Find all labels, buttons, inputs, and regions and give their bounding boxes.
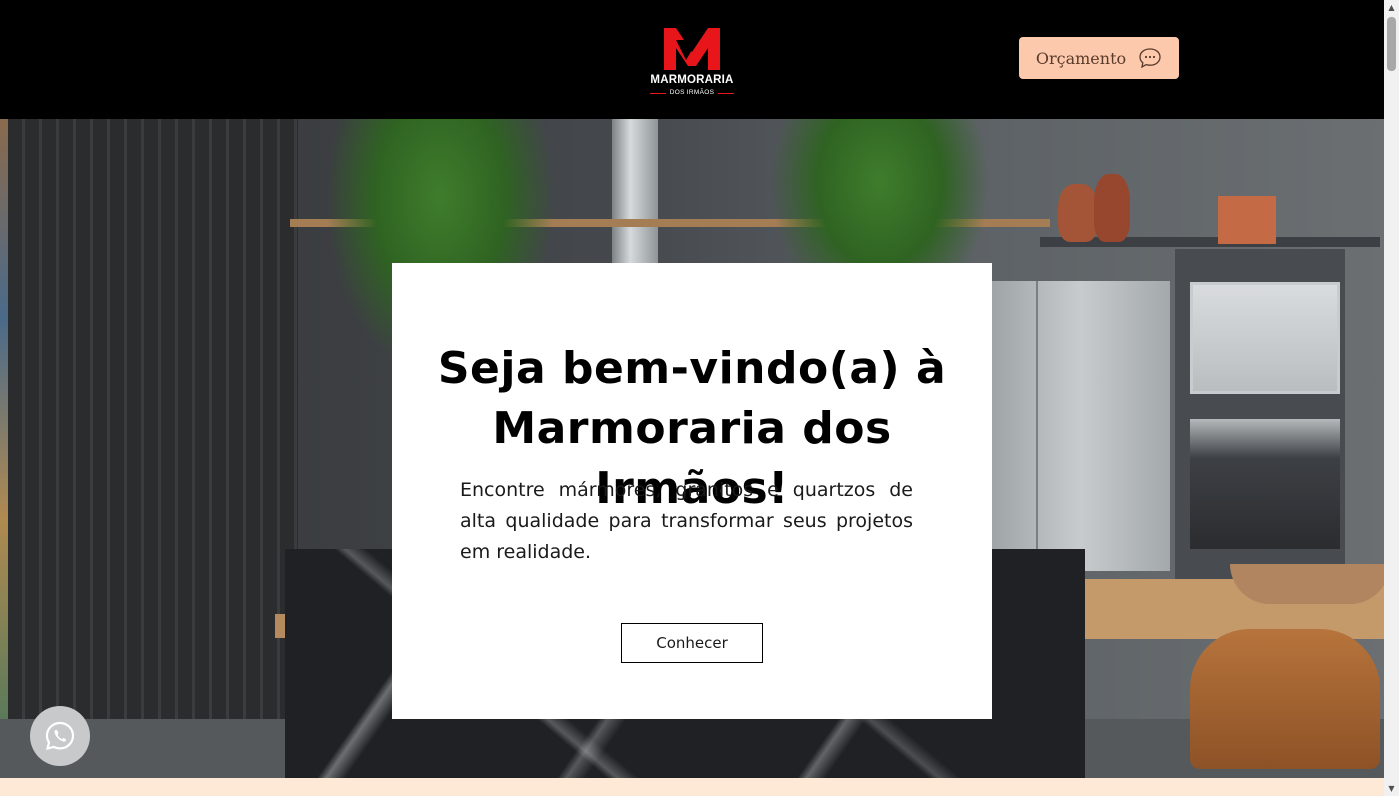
hero-photo-oven: [1190, 282, 1340, 394]
hero-photo-bowl: [1230, 564, 1384, 604]
hero-photo-vase: [1094, 174, 1130, 242]
logo-mark-icon: [664, 28, 720, 70]
page-scrollbar[interactable]: ▲ ▼: [1384, 0, 1399, 796]
scroll-up-arrow-icon[interactable]: ▲: [1384, 0, 1399, 15]
conhecer-button[interactable]: Conhecer: [621, 623, 763, 663]
hero-photo-chair: [1190, 629, 1380, 769]
hero-photo-detail: [0, 119, 8, 719]
quote-button[interactable]: Orçamento: [1019, 37, 1179, 79]
welcome-description: Encontre mármores, granitos e quartzos d…: [460, 479, 913, 563]
brand-logo[interactable]: MARMORARIA DOS IRMÃOS: [646, 26, 738, 98]
hero-photo-wall-panel: [8, 119, 298, 778]
quote-button-label: Orçamento: [1035, 48, 1127, 68]
next-section-band: [0, 778, 1384, 796]
scroll-down-arrow-icon[interactable]: ▼: [1384, 781, 1399, 796]
logo-title: MARMORARIA: [650, 74, 734, 86]
hero-photo-oven: [1190, 419, 1340, 549]
hero-photo-fridge: [990, 281, 1170, 571]
whatsapp-icon: [45, 721, 75, 751]
welcome-card: Seja bem-vindo(a) à Marmoraria dos Irmão…: [392, 263, 992, 719]
scrollbar-thumb[interactable]: [1387, 17, 1396, 71]
site-header: MARMORARIA DOS IRMÃOS Orçamento: [0, 0, 1384, 119]
logo-subtitle: DOS IRMÃOS: [646, 89, 738, 96]
chat-bubble-icon: [1139, 48, 1161, 69]
whatsapp-button[interactable]: [30, 706, 90, 766]
hero-photo-decor: [1218, 196, 1276, 244]
hero-photo-vase: [1058, 184, 1098, 242]
hero-photo-hood: [612, 119, 658, 279]
